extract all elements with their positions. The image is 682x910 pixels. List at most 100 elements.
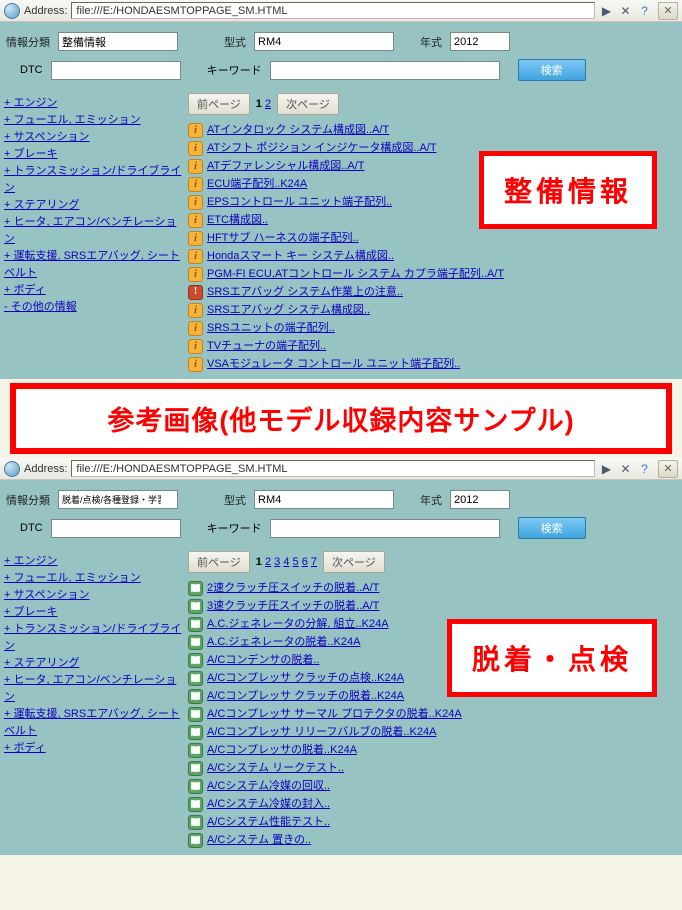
info-icon: i [188, 213, 203, 228]
sidebar-item[interactable]: + ブレーキ [4, 146, 184, 163]
result-link[interactable]: TVチューナの端子配列.. [207, 337, 326, 355]
sidebar-item[interactable]: - その他の情報 [4, 299, 184, 316]
info-class-label: 情報分類 [6, 492, 50, 508]
result-link[interactable]: ATシフト ポジション インジケータ構成図..A/T [207, 139, 437, 157]
sidebar-item[interactable]: + 運転支援, SRSエアバッグ, シート ベルト [4, 248, 184, 282]
dtc-input[interactable] [51, 519, 181, 538]
sidebar-item[interactable]: + トランスミッション/ドライブライン [4, 163, 184, 197]
globe-icon [4, 3, 20, 19]
result-link[interactable]: A.C.ジェネレータの分解, 組立..K24A [207, 615, 389, 633]
dtc-input[interactable] [51, 61, 181, 80]
result-link[interactable]: EPSコントロール ユニット端子配列.. [207, 193, 392, 211]
close-icon[interactable]: ✕ [658, 2, 678, 20]
sidebar-item[interactable]: + フューエル, エミッション [4, 570, 184, 587]
result-row: A/Cコンプレッサ リリーフバルブの脱着..K24A [188, 723, 676, 741]
page-number[interactable]: 2 [265, 556, 271, 568]
result-link[interactable]: A/Cシステム冷媒の封入.. [207, 795, 330, 813]
sidebar-item[interactable]: + エンジン [4, 553, 184, 570]
book-icon [188, 581, 203, 596]
result-link[interactable]: A/Cシステム リークテスト.. [207, 759, 344, 777]
result-link[interactable]: A/Cシステム性能テスト.. [207, 813, 330, 831]
result-link[interactable]: ETC構成図.. [207, 211, 268, 229]
pager: 前ページ 1 2 次ページ [188, 93, 676, 115]
result-link[interactable]: A/Cコンデンサの脱着.. [207, 651, 319, 669]
keyword-input[interactable] [270, 519, 500, 538]
year-select[interactable] [450, 32, 510, 51]
result-link[interactable]: A/Cコンプレッサ リリーフバルブの脱着..K24A [207, 723, 436, 741]
result-link[interactable]: 3速クラッチ圧スイッチの脱着..A/T [207, 597, 379, 615]
result-link[interactable]: A/Cシステム 置きの.. [207, 831, 311, 849]
filter-row-1: 情報分類 型式 年式 [0, 22, 682, 55]
page-number[interactable]: 6 [302, 556, 308, 568]
page-number[interactable]: 1 [256, 556, 262, 568]
filter-row-2: DTC キーワード 検索 [0, 513, 682, 549]
page-number[interactable]: 4 [283, 556, 289, 568]
sidebar-item[interactable]: + ヒータ, エアコン/ベンチレーション [4, 672, 184, 706]
close-icon[interactable]: ✕ [658, 460, 678, 478]
result-link[interactable]: A/Cコンプレッサ サーマル プロテクタの脱着..K24A [207, 705, 462, 723]
result-row: !SRSエアバッグ システム作業上の注意.. [188, 283, 676, 301]
prev-page-button[interactable]: 前ページ [188, 93, 250, 115]
next-page-button[interactable]: 次ページ [323, 551, 385, 573]
search-button[interactable]: 検索 [518, 59, 586, 81]
result-link[interactable]: ECU端子配列..K24A [207, 175, 307, 193]
page-number[interactable]: 7 [311, 556, 317, 568]
play-icon[interactable]: ▶ [599, 3, 614, 18]
results-area: 前ページ 1 2 3 4 5 6 7 次ページ 2速クラッチ圧スイッチの脱着..… [184, 549, 682, 855]
sidebar-item[interactable]: + ボディ [4, 282, 184, 299]
sidebar-item[interactable]: + ステアリング [4, 655, 184, 672]
sidebar-item[interactable]: + ヒータ, エアコン/ベンチレーション [4, 214, 184, 248]
page-number[interactable]: 2 [265, 98, 271, 110]
tools-icon[interactable]: ✕ [618, 3, 633, 18]
page-number[interactable]: 1 [256, 98, 262, 110]
sidebar-item[interactable]: + フューエル, エミッション [4, 112, 184, 129]
filter-row-2: DTC キーワード 検索 [0, 55, 682, 91]
sidebar-item[interactable]: + ステアリング [4, 197, 184, 214]
book-icon [188, 707, 203, 722]
result-link[interactable]: HFTサブ ハーネスの端子配列.. [207, 229, 359, 247]
globe-icon [4, 461, 20, 477]
search-button[interactable]: 検索 [518, 517, 586, 539]
result-link[interactable]: VSAモジュレータ コントロール ユニット端子配列.. [207, 355, 460, 373]
year-select[interactable] [450, 490, 510, 509]
result-link[interactable]: A/Cコンプレッサ クラッチの点検..K24A [207, 669, 404, 687]
result-link[interactable]: A/Cシステム冷媒の回収.. [207, 777, 330, 795]
result-link[interactable]: SRSエアバッグ システム作業上の注意.. [207, 283, 403, 301]
sidebar-item[interactable]: + サスペンション [4, 129, 184, 146]
sidebar-item[interactable]: + サスペンション [4, 587, 184, 604]
result-link[interactable]: SRSエアバッグ システム構成図.. [207, 301, 370, 319]
info-class-select[interactable] [58, 490, 178, 509]
address-input[interactable] [71, 460, 595, 477]
result-link[interactable]: A/Cコンプレッサ クラッチの脱着..K24A [207, 687, 404, 705]
year-label: 年式 [420, 34, 442, 50]
info-class-select[interactable] [58, 32, 178, 51]
model-select[interactable] [254, 490, 394, 509]
sidebar-item[interactable]: + ボディ [4, 740, 184, 757]
help-icon[interactable]: ? [637, 461, 652, 476]
book-icon [188, 617, 203, 632]
result-link[interactable]: A/Cコンプレッサの脱着..K24A [207, 741, 357, 759]
result-link[interactable]: ATデファレンシャル構成図..A/T [207, 157, 364, 175]
result-link[interactable]: PGM-FI ECU,ATコントロール システム カプラ端子配列..A/T [207, 265, 504, 283]
next-page-button[interactable]: 次ページ [277, 93, 339, 115]
sidebar-item[interactable]: + トランスミッション/ドライブライン [4, 621, 184, 655]
panel-maintenance-info: Address: ▶ ✕ ? ✕ 情報分類 型式 年式 DTC キーワード 検索… [0, 0, 682, 379]
help-icon[interactable]: ? [637, 3, 652, 18]
keyword-input[interactable] [270, 61, 500, 80]
address-input[interactable] [71, 2, 595, 19]
prev-page-button[interactable]: 前ページ [188, 551, 250, 573]
result-link[interactable]: A.C.ジェネレータの脱着..K24A [207, 633, 360, 651]
result-link[interactable]: Hondaスマート キー システム構成図.. [207, 247, 394, 265]
result-link[interactable]: 2速クラッチ圧スイッチの脱着..A/T [207, 579, 379, 597]
page-number[interactable]: 5 [293, 556, 299, 568]
result-link[interactable]: SRSユニットの端子配列.. [207, 319, 335, 337]
play-icon[interactable]: ▶ [599, 461, 614, 476]
model-label: 型式 [224, 492, 246, 508]
result-link[interactable]: ATインタロック システム構成図..A/T [207, 121, 389, 139]
tools-icon[interactable]: ✕ [618, 461, 633, 476]
model-select[interactable] [254, 32, 394, 51]
sidebar-item[interactable]: + エンジン [4, 95, 184, 112]
sidebar-item[interactable]: + 運転支援, SRSエアバッグ, シート ベルト [4, 706, 184, 740]
sidebar-item[interactable]: + ブレーキ [4, 604, 184, 621]
page-number[interactable]: 3 [274, 556, 280, 568]
